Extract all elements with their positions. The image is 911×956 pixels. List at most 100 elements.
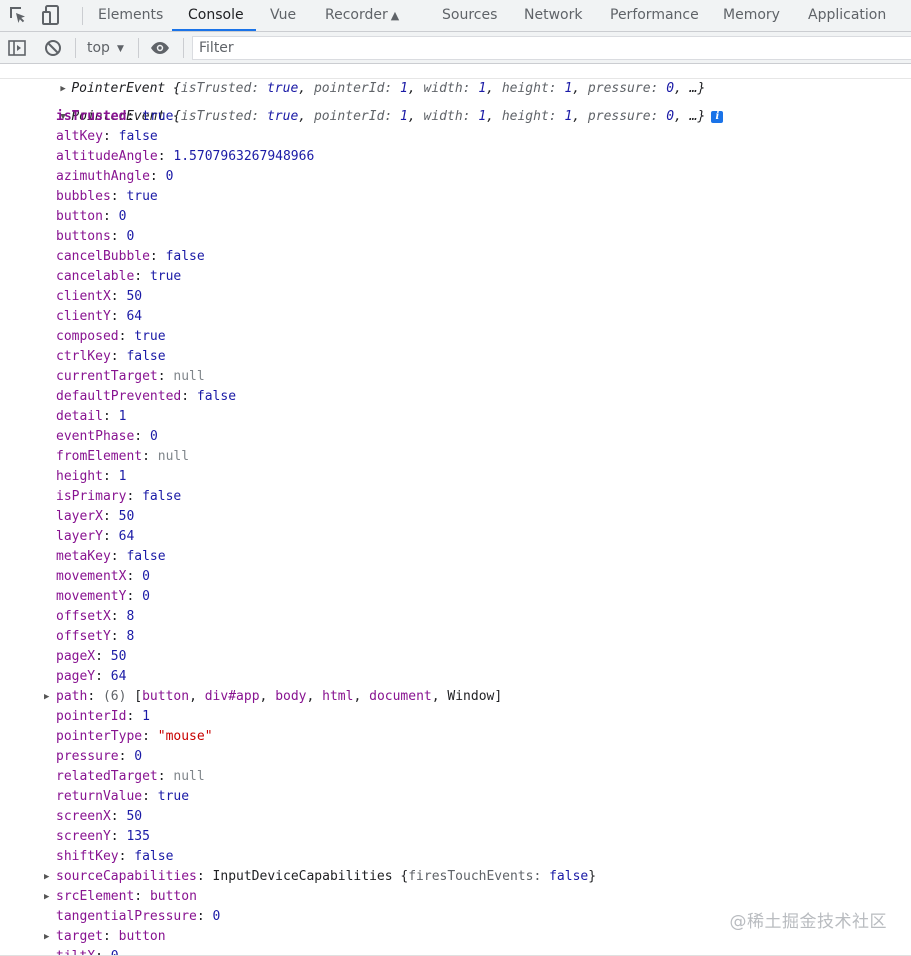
array-item: Window [447, 689, 495, 704]
triangle-right-icon[interactable]: ▶ [44, 927, 56, 947]
property-value: false [118, 129, 158, 144]
property-row: movementX: 0 [56, 567, 150, 587]
property-colon: : [102, 469, 119, 484]
property-row: altitudeAngle: 1.5707963267948966 [56, 147, 314, 167]
property-key: cancelable [56, 269, 135, 284]
array-item: button [142, 689, 190, 704]
property-row[interactable]: ▶ srcElement: button [44, 887, 197, 907]
array-comma: , [189, 689, 205, 704]
property-row: azimuthAngle: 0 [56, 167, 173, 187]
property-row: bubbles: true [56, 187, 158, 207]
property-colon: : [110, 829, 127, 844]
property-key: isPrimary [56, 489, 127, 504]
property-value: (6) [button, div#app, body, html, docume… [103, 689, 502, 704]
property-row: returnValue: true [56, 787, 189, 807]
property-colon: : [110, 549, 127, 564]
array-comma: , [259, 689, 276, 704]
property-value: 0 [142, 589, 150, 604]
property-row: layerY: 64 [56, 527, 134, 547]
property-row: composed: true [56, 327, 166, 347]
live-expression-icon[interactable] [150, 38, 170, 58]
property-key: buttons [56, 229, 111, 244]
property-colon: : [95, 669, 111, 684]
object-preview-end: } [588, 869, 597, 884]
property-key: pointerType [56, 729, 143, 744]
property-row[interactable]: ▶ target: button [44, 927, 166, 947]
tab-console[interactable]: Console [188, 0, 244, 31]
property-colon: : [142, 449, 158, 464]
property-value: 0 [142, 569, 150, 584]
triangle-right-icon[interactable]: ▶ [44, 687, 56, 707]
property-row: movementY: 0 [56, 587, 150, 607]
expanded-summary-key: width: [423, 109, 479, 124]
property-key: fromElement [56, 449, 143, 464]
property-key: clientX [56, 289, 111, 304]
clear-console-icon[interactable] [43, 38, 63, 58]
collapsed-event-summary[interactable]: ▶ PointerEvent {isTrusted: true, pointerI… [29, 64, 705, 96]
property-colon: : [118, 749, 135, 764]
property-colon: : [134, 889, 150, 904]
property-colon: : [102, 529, 119, 544]
property-key: metaKey [56, 549, 111, 564]
device-toolbar-icon[interactable] [40, 3, 64, 27]
expanded-summary-comma: , [572, 109, 588, 124]
property-key: eventPhase [56, 429, 135, 444]
inspect-element-icon[interactable] [6, 3, 30, 27]
property-colon: : [126, 109, 143, 124]
property-value: true [142, 109, 174, 124]
property-value: false [196, 389, 237, 404]
property-row: pointerId: 1 [56, 707, 150, 727]
property-colon: : [196, 909, 213, 924]
property-row: offsetY: 8 [56, 627, 134, 647]
sidebar-toggle-icon[interactable] [7, 38, 27, 58]
info-icon[interactable]: i [711, 111, 724, 123]
property-row: isTrusted: true [56, 107, 173, 127]
array-comma: , [431, 689, 448, 704]
tab-memory[interactable]: Memory [723, 0, 780, 31]
array-length: (6) [102, 689, 135, 704]
property-colon: : [126, 489, 143, 504]
console-filter-input[interactable] [192, 36, 911, 60]
tab-sources[interactable]: Sources [442, 0, 497, 31]
array-item: document [369, 689, 432, 704]
property-key: button [56, 209, 103, 224]
property-value: button [149, 889, 197, 904]
property-row: shiftKey: false [56, 847, 173, 867]
property-key: layerX [56, 509, 103, 524]
triangle-right-icon[interactable]: ▶ [44, 867, 56, 887]
property-value: 0 [149, 429, 158, 444]
property-value: "mouse" [157, 729, 213, 744]
property-value: button [118, 929, 166, 944]
property-row[interactable]: ▶ path: (6) [button, div#app, body, html,… [44, 687, 502, 707]
property-key: sourceCapabilities [56, 869, 197, 884]
property-colon: : [102, 129, 119, 144]
property-value: 1 [118, 469, 127, 484]
flask-icon: ▲ [390, 9, 400, 22]
tab-recorder[interactable]: Recorder ▲ [325, 0, 399, 31]
active-tab-indicator [172, 29, 256, 31]
property-key: bubbles [56, 189, 111, 204]
property-colon: : [157, 769, 174, 784]
property-colon: : [118, 849, 135, 864]
tab-application[interactable]: Application [808, 0, 886, 31]
expanded-summary-key: pressure: [587, 109, 667, 124]
property-colon: : [126, 709, 143, 724]
tab-performance[interactable]: Performance [610, 0, 699, 31]
property-row: pointerType: "mouse" [56, 727, 213, 747]
tab-vue[interactable]: Vue [270, 0, 296, 31]
property-colon: : [149, 249, 166, 264]
property-row[interactable]: ▶ sourceCapabilities: InputDeviceCapabili… [44, 867, 596, 887]
property-key: offsetY [56, 629, 111, 644]
expanded-event-summary[interactable]: ▼ PointerEvent {isTrusted: true, pointerI… [29, 87, 724, 124]
context-selector[interactable]: top ▼ [87, 38, 124, 58]
array-item: html [322, 689, 354, 704]
tab-elements[interactable]: Elements [98, 0, 163, 31]
property-value: 0 [165, 169, 174, 184]
property-key: ctrlKey [56, 349, 111, 364]
tab-network[interactable]: Network [524, 0, 582, 31]
property-colon: : [102, 209, 119, 224]
triangle-right-icon[interactable]: ▶ [44, 887, 56, 907]
devtools-tab-bar: Elements Console Vue Recorder ▲ Sources N… [0, 0, 911, 32]
console-messages[interactable]: ▶ PointerEvent {isTrusted: true, pointerI… [0, 64, 911, 956]
property-row: screenY: 135 [56, 827, 150, 847]
